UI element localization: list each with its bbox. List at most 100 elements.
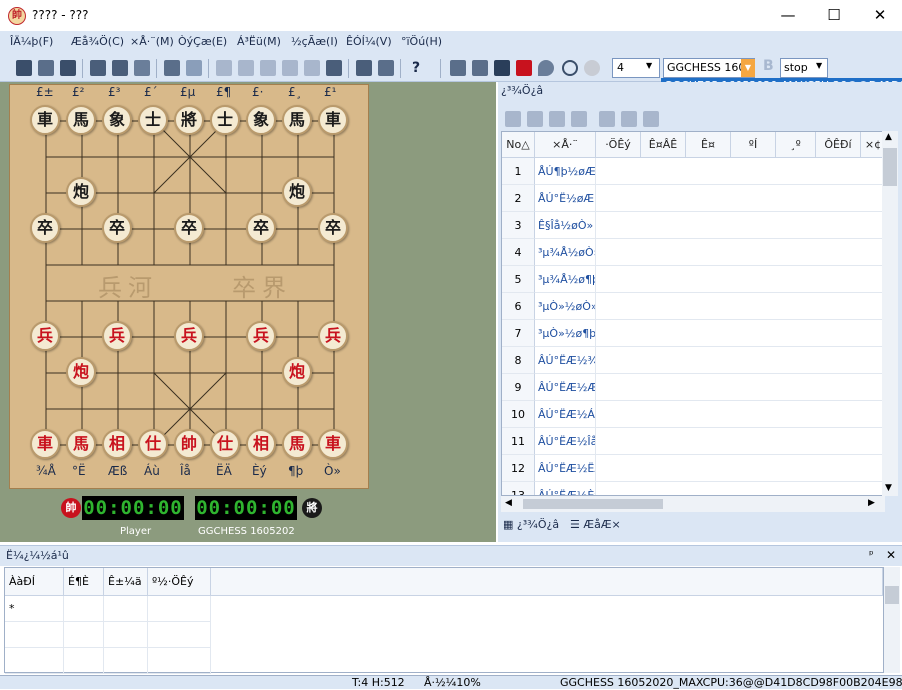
book-row-move[interactable]: ÂÚ°ËÆ½Îå — [535, 428, 596, 455]
black-cannon[interactable]: 炮 — [282, 177, 312, 207]
analysis-col-line[interactable] — [211, 568, 883, 596]
black-piece[interactable]: 馬 — [282, 105, 312, 135]
book-row-move[interactable]: ÂÚ°ËÆ½Èý — [535, 482, 596, 495]
red-piece[interactable]: 仕 — [138, 429, 168, 459]
close-button[interactable]: ✕ — [857, 0, 902, 31]
analysis-cell[interactable] — [148, 596, 211, 622]
book-row-stats[interactable] — [596, 374, 884, 401]
engine-load-icon[interactable] — [450, 60, 466, 76]
b-button[interactable]: B — [763, 58, 774, 74]
analysis-vertical-scrollbar[interactable] — [884, 567, 900, 673]
black-piece[interactable]: 士 — [138, 105, 168, 135]
black-pawn[interactable]: 卒 — [318, 213, 348, 243]
book-row-number[interactable]: 6 — [502, 293, 535, 320]
hint-icon[interactable] — [326, 60, 342, 76]
red-pawn[interactable]: 兵 — [174, 321, 204, 351]
book-row-stats[interactable] — [596, 158, 884, 185]
book-row-stats[interactable] — [596, 185, 884, 212]
book-column-header[interactable]: ºÍ — [731, 132, 776, 158]
record-icon[interactable] — [516, 60, 532, 76]
book-row-move[interactable]: ³µÒ»½øÒ» — [535, 293, 596, 320]
grid-icon[interactable] — [527, 111, 543, 127]
book-row-move[interactable]: ³µ¾Å½ø¶þ — [535, 266, 596, 293]
chevron-down-icon[interactable]: ▼ — [646, 61, 652, 70]
minimize-button[interactable]: — — [765, 0, 811, 31]
book-row-number[interactable]: 2 — [502, 185, 535, 212]
black-pawn[interactable]: 卒 — [30, 213, 60, 243]
book-row-move[interactable]: ³µÒ»½ø¶þ — [535, 320, 596, 347]
book-row-number[interactable]: 4 — [502, 239, 535, 266]
book-row-number[interactable]: 12 — [502, 455, 535, 482]
open-icon[interactable] — [38, 60, 54, 76]
close-panel-icon[interactable]: ✕ — [886, 548, 896, 562]
book-row-move[interactable]: ³µ¾Å½øÒ» — [535, 239, 596, 266]
book-row-stats[interactable] — [596, 266, 884, 293]
help-icon[interactable]: ? — [408, 60, 424, 76]
book-row-move[interactable]: ÅÚ°Ë½øÆß — [535, 185, 596, 212]
scroll-up-icon[interactable]: ▲ — [885, 132, 892, 142]
black-piece[interactable]: 車 — [318, 105, 348, 135]
book-row-number[interactable]: 8 — [502, 347, 535, 374]
book-row-move[interactable]: ÂÚ°ËÆ½Æß — [535, 374, 596, 401]
book-row-stats[interactable] — [596, 347, 884, 374]
red-piece[interactable]: 相 — [102, 429, 132, 459]
book-row-stats[interactable] — [596, 320, 884, 347]
scroll-right-icon[interactable]: ▶ — [868, 498, 875, 508]
menu-help[interactable]: °ïÖú(H) — [401, 35, 442, 48]
analysis-col-depth[interactable]: É¶È — [64, 568, 104, 596]
lock-icon[interactable] — [549, 111, 565, 127]
red-piece[interactable]: 帥 — [174, 429, 204, 459]
menu-interface[interactable]: ½çÃæ(I) — [291, 35, 338, 48]
analysis-cell[interactable]: * — [5, 596, 64, 622]
edit-board-icon[interactable] — [90, 60, 106, 76]
search-icon[interactable] — [562, 60, 578, 76]
analysis-col-type[interactable]: ÀàÐÍ — [5, 568, 64, 596]
tab-book[interactable]: ▦ ¿³¾Ö¿â — [503, 518, 559, 531]
chevron-down-icon[interactable]: ▼ — [816, 61, 822, 70]
book-row-stats[interactable] — [596, 455, 884, 482]
analysis-cell[interactable] — [5, 622, 64, 648]
target-icon[interactable] — [584, 60, 600, 76]
analysis-scroll-thumb[interactable] — [885, 586, 899, 604]
book-row-move[interactable]: ÅÚ¶þ½øÆß — [535, 158, 596, 185]
red-pawn[interactable]: 兵 — [102, 321, 132, 351]
analysis-cell[interactable] — [104, 648, 148, 674]
red-piece[interactable]: 馬 — [282, 429, 312, 459]
black-piece[interactable]: 馬 — [66, 105, 96, 135]
book-row-number[interactable]: 7 — [502, 320, 535, 347]
black-cannon[interactable]: 炮 — [66, 177, 96, 207]
black-pawn[interactable]: 卒 — [246, 213, 276, 243]
red-pawn[interactable]: 兵 — [30, 321, 60, 351]
edit-icon[interactable] — [599, 111, 615, 127]
book-row-number[interactable]: 10 — [502, 401, 535, 428]
black-piece[interactable]: 車 — [30, 105, 60, 135]
lightning-icon[interactable] — [505, 111, 521, 127]
red-piece[interactable]: 相 — [246, 429, 276, 459]
analysis-col-time[interactable]: Ê±¼ä — [104, 568, 148, 596]
copy-icon[interactable] — [164, 60, 180, 76]
maximize-button[interactable]: ☐ — [811, 0, 857, 31]
black-piece[interactable]: 將 — [174, 105, 204, 135]
analysis-cell[interactable] — [5, 648, 64, 674]
book-row-number[interactable]: 11 — [502, 428, 535, 455]
book-row-number[interactable]: 5 — [502, 266, 535, 293]
book-row-stats[interactable] — [596, 239, 884, 266]
flip-icon[interactable] — [134, 60, 150, 76]
book-row-stats[interactable] — [596, 482, 884, 495]
monitor-icon[interactable] — [494, 60, 510, 76]
book-row-move[interactable]: ÂÚ°ËÆ½ËÄ — [535, 455, 596, 482]
select-icon[interactable] — [186, 60, 202, 76]
analysis-cell[interactable] — [104, 596, 148, 622]
red-piece[interactable]: 馬 — [66, 429, 96, 459]
black-piece[interactable]: 象 — [102, 105, 132, 135]
book-row-move[interactable]: Ê§Îå½øÒ» — [535, 212, 596, 239]
pin-icon[interactable] — [538, 60, 554, 76]
book-column-header[interactable]: ·ÖÊý — [596, 132, 641, 158]
menu-game[interactable]: Æå¾Ö(C) — [71, 35, 124, 48]
scroll-left-icon[interactable]: ◀ — [505, 498, 512, 508]
analysis-cell[interactable] — [148, 648, 211, 674]
prev-move-icon[interactable] — [238, 60, 254, 76]
red-piece[interactable]: 車 — [30, 429, 60, 459]
menu-file[interactable]: ÎÄ¼þ(F) — [10, 35, 53, 48]
book-row-number[interactable]: 1 — [502, 158, 535, 185]
